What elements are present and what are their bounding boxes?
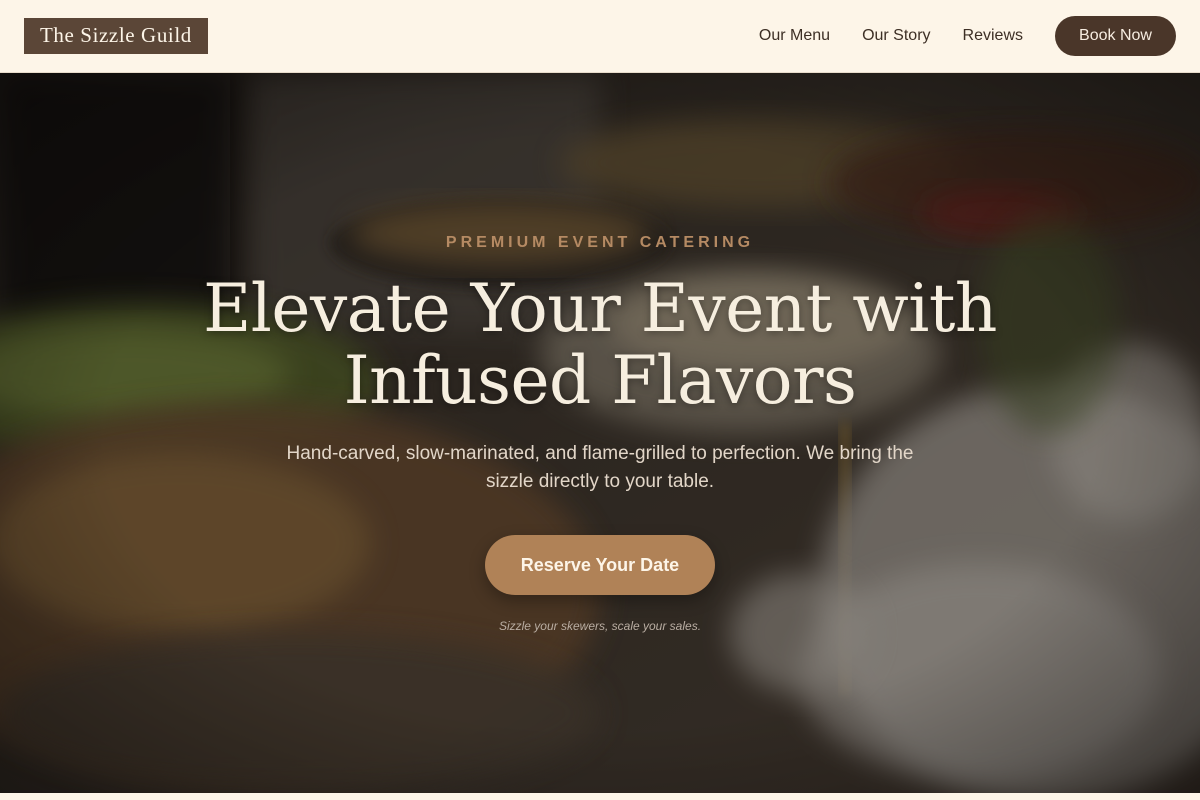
main-nav: Our Menu Our Story Reviews Book Now [759, 16, 1176, 56]
hero-subtitle-line-2: sizzle directly to your table. [485, 471, 715, 492]
hero-title-line-1: Elevate Your Event with [203, 270, 997, 347]
hero-subtitle: Hand-carved, slow-marinated, and flame-g… [260, 440, 940, 496]
nav-link-reviews[interactable]: Reviews [963, 27, 1023, 45]
logo[interactable]: The Sizzle Guild [24, 18, 208, 54]
nav-link-our-story[interactable]: Our Story [862, 27, 930, 45]
site-header: The Sizzle Guild Our Menu Our Story Revi… [0, 0, 1200, 73]
reserve-your-date-button[interactable]: Reserve Your Date [485, 535, 715, 595]
hero-tagline: Sizzle your skewers, scale your sales. [498, 619, 702, 633]
hero-subtitle-line-1: Hand-carved, slow-marinated, and flame-g… [286, 443, 914, 464]
hero-title-line-2: Infused Flavors [343, 342, 857, 419]
hero-content: PREMIUM EVENT CATERING Elevate Your Even… [0, 73, 1200, 793]
hero-section: PREMIUM EVENT CATERING Elevate Your Even… [0, 73, 1200, 793]
book-now-button[interactable]: Book Now [1055, 16, 1176, 56]
hero-title: Elevate Your Event with Infused Flavors [150, 273, 1050, 417]
nav-link-our-menu[interactable]: Our Menu [759, 27, 830, 45]
hero-eyebrow: PREMIUM EVENT CATERING [445, 234, 755, 251]
bottom-strip [0, 793, 1200, 800]
